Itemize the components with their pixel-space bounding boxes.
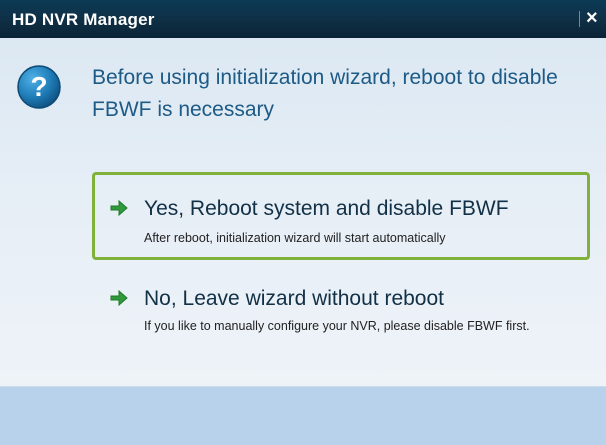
title-bar[interactable]: HD NVR Manager × bbox=[0, 0, 606, 38]
window-title: HD NVR Manager bbox=[12, 10, 155, 29]
question-icon: ? bbox=[17, 65, 61, 109]
arrow-right-icon bbox=[110, 199, 128, 217]
title-separator bbox=[579, 11, 580, 27]
svg-text:?: ? bbox=[30, 71, 47, 102]
dialog-window: HD NVR Manager × ? Before using initiali… bbox=[0, 0, 606, 445]
option-leave-no[interactable]: No, Leave wizard without reboot If you l… bbox=[109, 286, 589, 366]
option-label: No, Leave wizard without reboot bbox=[144, 287, 444, 310]
option-reboot-yes[interactable]: Yes, Reboot system and disable FBWF Afte… bbox=[92, 172, 596, 262]
close-icon[interactable]: × bbox=[586, 6, 598, 30]
dialog-footer bbox=[0, 386, 606, 445]
message-text: Before using initialization wizard, rebo… bbox=[92, 66, 558, 121]
option-label: Yes, Reboot system and disable FBWF bbox=[144, 197, 509, 220]
option-description: After reboot, initialization wizard will… bbox=[144, 231, 446, 245]
arrow-right-icon bbox=[110, 289, 128, 307]
option-description: If you like to manually configure your N… bbox=[144, 319, 530, 333]
